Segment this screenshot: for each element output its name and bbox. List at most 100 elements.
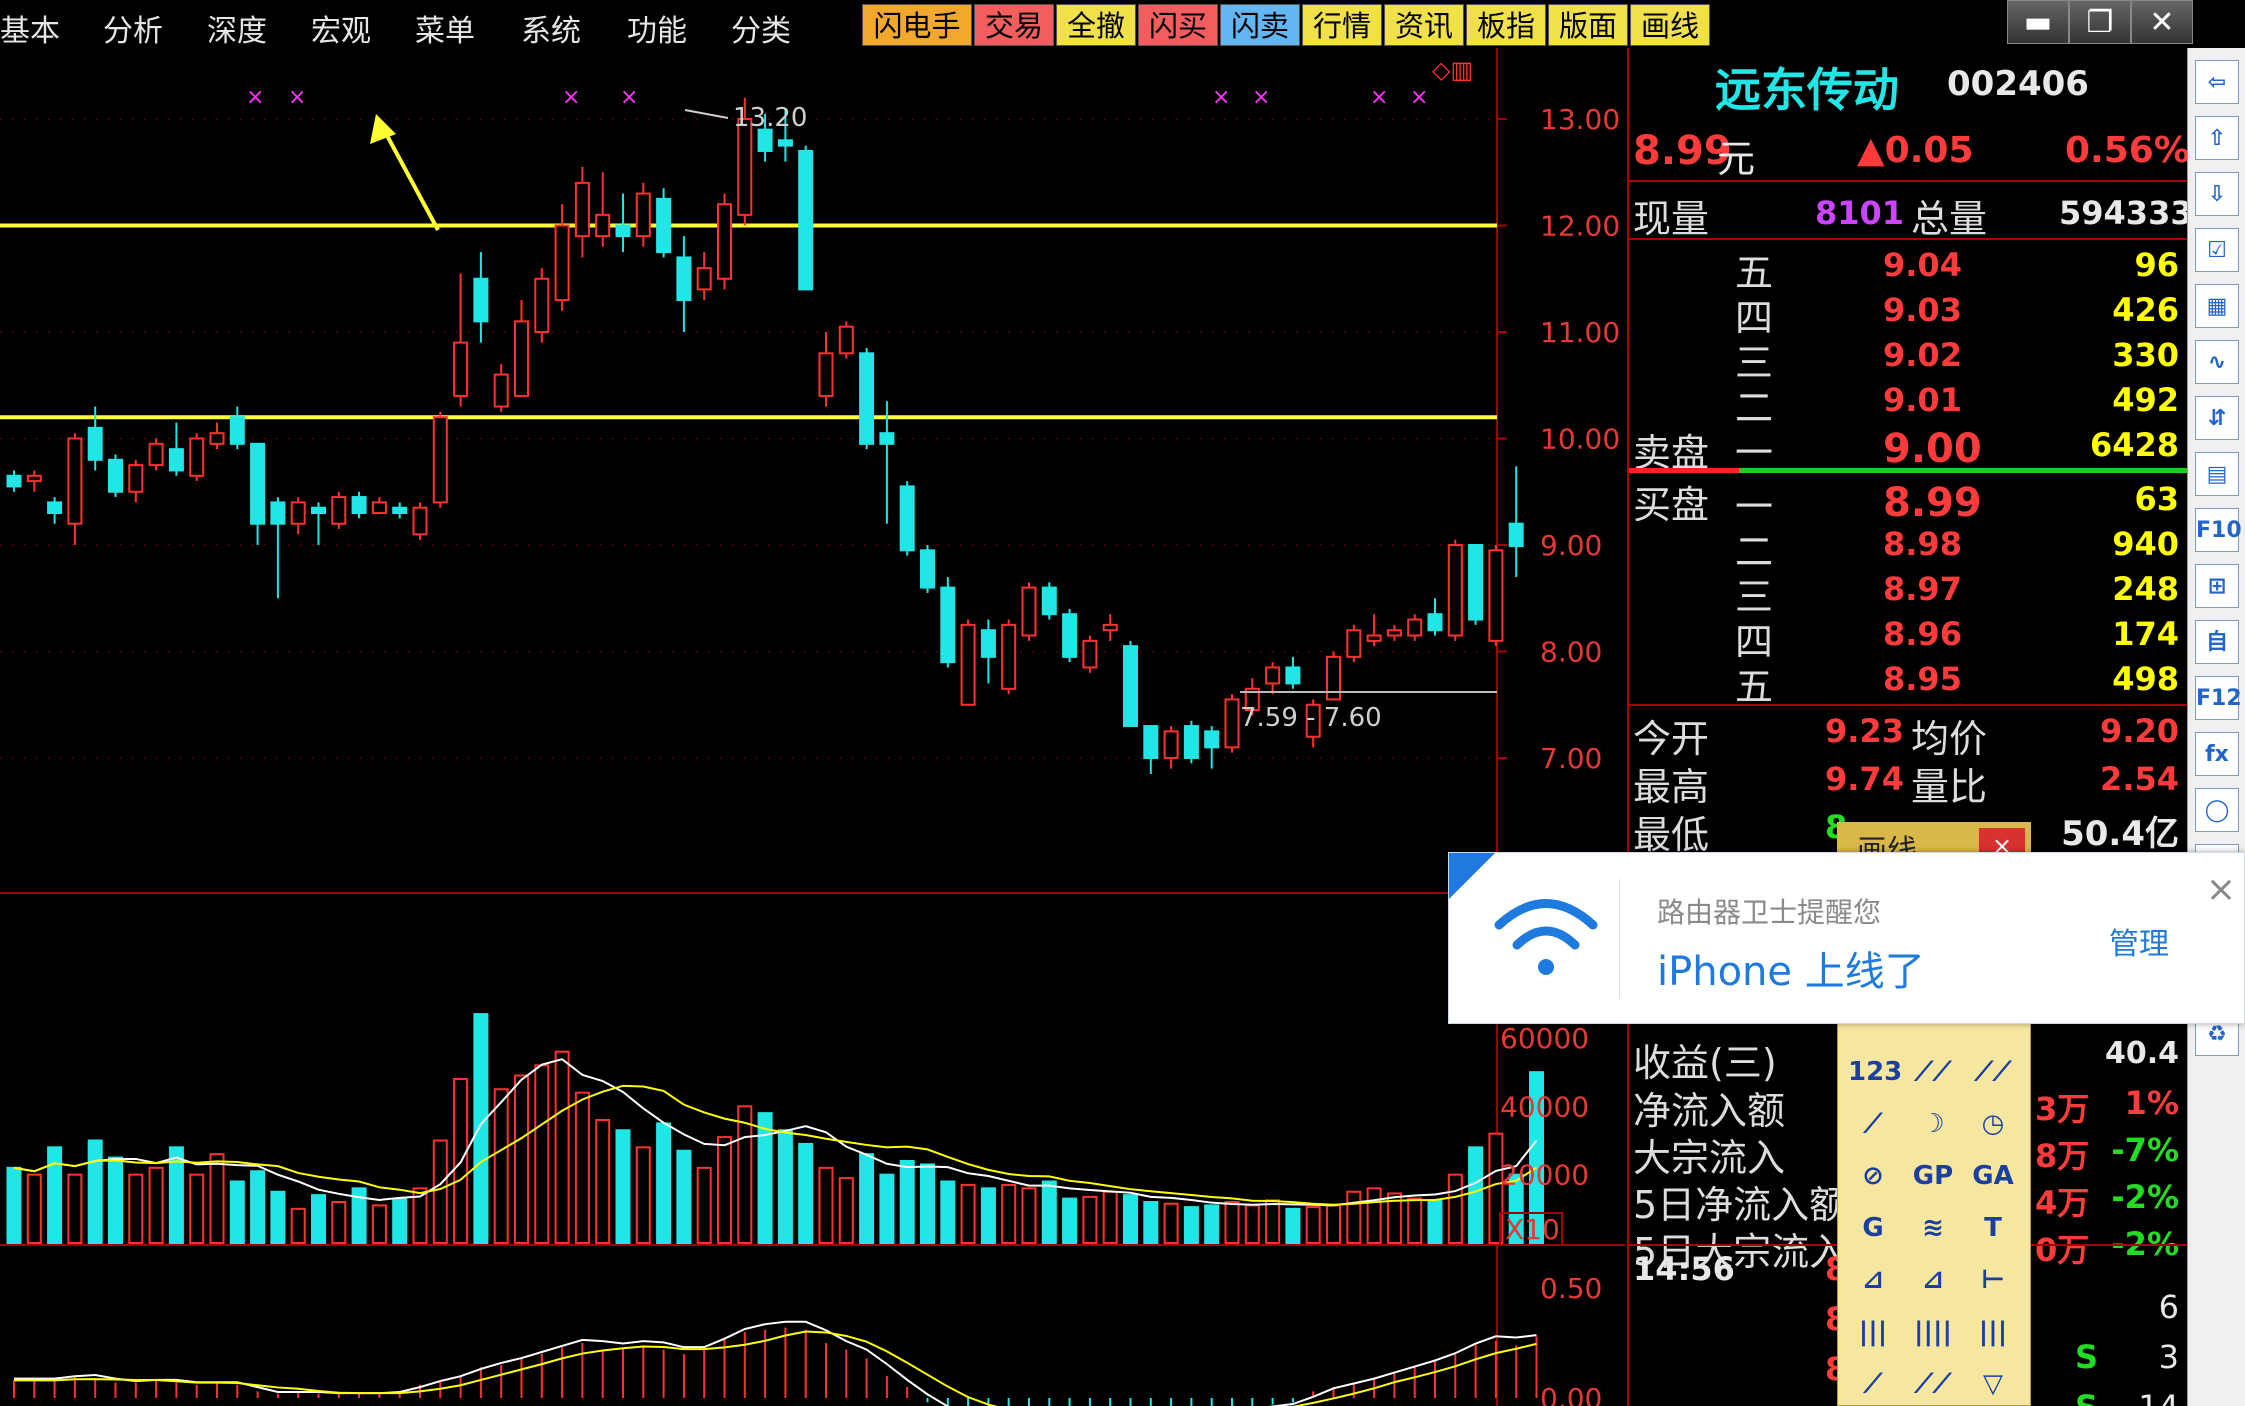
- volume-bar[interactable]: [493, 1088, 509, 1244]
- volume-bar[interactable]: [1427, 1199, 1443, 1244]
- volume-bar[interactable]: [1143, 1201, 1159, 1244]
- volume-bar[interactable]: [696, 1166, 712, 1245]
- candle-body[interactable]: [1143, 725, 1159, 759]
- volume-bar[interactable]: [777, 1129, 793, 1244]
- tool-button-4[interactable]: 闪卖: [1220, 4, 1300, 46]
- draw-tool-icon[interactable]: 123: [1848, 1051, 1902, 1093]
- draw-tool-icon[interactable]: GA: [1968, 1155, 2018, 1197]
- menu-item-4[interactable]: 菜单: [415, 6, 475, 50]
- list-icon[interactable]: ▤: [2195, 452, 2239, 496]
- draw-tool-icon[interactable]: ◷: [1968, 1103, 2018, 1145]
- tree-icon[interactable]: ⊞: [2195, 564, 2239, 608]
- volume-bar[interactable]: [189, 1173, 205, 1244]
- menu-item-5[interactable]: 系统: [521, 6, 581, 50]
- menu-item-2[interactable]: 深度: [207, 6, 267, 50]
- volume-bar[interactable]: [574, 1091, 590, 1244]
- candle-body[interactable]: [1041, 586, 1057, 616]
- volume-bar[interactable]: [290, 1207, 306, 1245]
- candle-body[interactable]: [108, 458, 123, 493]
- volume-bar[interactable]: [757, 1112, 773, 1244]
- candle-body[interactable]: [635, 192, 651, 238]
- candle-body[interactable]: [1123, 645, 1138, 728]
- volume-bar[interactable]: [940, 1180, 956, 1244]
- volume-bar[interactable]: [1265, 1199, 1281, 1244]
- volume-bar[interactable]: [392, 1197, 408, 1245]
- candle-body[interactable]: [128, 464, 144, 493]
- candle-body[interactable]: [1224, 698, 1240, 749]
- candle-body[interactable]: [940, 586, 956, 664]
- chart-settings-icon[interactable]: ◇▥: [1432, 56, 1473, 84]
- volume-bar[interactable]: [87, 1139, 103, 1244]
- volume-bar[interactable]: [1163, 1202, 1179, 1245]
- kline-icon[interactable]: ⇵: [2195, 396, 2239, 440]
- candle-body[interactable]: [574, 181, 590, 238]
- grid-icon[interactable]: ▦: [2195, 284, 2239, 328]
- volume-bar[interactable]: [1082, 1195, 1098, 1244]
- draw-tool-icon[interactable]: ⟋⟋: [1968, 1051, 2018, 1093]
- volume-bar[interactable]: [1183, 1206, 1199, 1244]
- volume-bar[interactable]: [798, 1142, 814, 1244]
- volume-bar[interactable]: [1062, 1197, 1078, 1245]
- volume-bar[interactable]: [331, 1201, 347, 1244]
- volume-bar[interactable]: [920, 1163, 935, 1244]
- tool-button-2[interactable]: 全撤: [1056, 4, 1136, 46]
- tool-button-5[interactable]: 行情: [1302, 4, 1382, 46]
- volume-bar[interactable]: [1366, 1187, 1382, 1245]
- candle-body[interactable]: [290, 501, 306, 525]
- volume-bar[interactable]: [6, 1166, 22, 1245]
- candle-body[interactable]: [1346, 629, 1362, 658]
- candle-body[interactable]: [412, 506, 428, 536]
- candle-body[interactable]: [229, 416, 245, 445]
- line-chart-icon[interactable]: ∿: [2195, 340, 2239, 384]
- up-arrow-icon[interactable]: ⇧: [2195, 116, 2239, 160]
- candle-body[interactable]: [1386, 629, 1402, 637]
- draw-tool-icon[interactable]: ⟋⟋: [1908, 1051, 1958, 1093]
- checklist-icon[interactable]: ☑: [2195, 228, 2239, 272]
- volume-bar[interactable]: [595, 1119, 611, 1244]
- menu-item-1[interactable]: 分析: [103, 6, 163, 50]
- candle-body[interactable]: [209, 432, 225, 445]
- volume-bar[interactable]: [311, 1194, 326, 1244]
- draw-tool-icon[interactable]: ⊢: [1968, 1259, 2018, 1301]
- volume-bar[interactable]: [1224, 1201, 1240, 1244]
- volume-bar[interactable]: [656, 1122, 672, 1244]
- draw-tool-icon[interactable]: ▽: [1968, 1363, 2018, 1405]
- candle-body[interactable]: [595, 213, 611, 238]
- draw-tool-icon[interactable]: |||: [1968, 1311, 2018, 1353]
- draw-tool-icon[interactable]: ☽: [1908, 1103, 1958, 1145]
- volume-bar[interactable]: [1244, 1204, 1260, 1244]
- menu-item-3[interactable]: 宏观: [311, 6, 371, 50]
- volume-bar[interactable]: [250, 1170, 266, 1244]
- draw-tool-icon[interactable]: ⊿: [1908, 1259, 1958, 1301]
- candle-body[interactable]: [818, 352, 834, 397]
- candle-body[interactable]: [1062, 613, 1078, 658]
- volume-bar[interactable]: [1001, 1183, 1017, 1244]
- candle-body[interactable]: [899, 485, 915, 552]
- router-notification[interactable]: 路由器卫士提醒您 iPhone 上线了 管理 ×: [1448, 852, 2245, 1024]
- tool-button-7[interactable]: 板指: [1466, 4, 1546, 46]
- formula-icon[interactable]: fx: [2195, 732, 2239, 776]
- volume-bar[interactable]: [1305, 1206, 1321, 1244]
- volume-bar[interactable]: [371, 1204, 387, 1244]
- candle-body[interactable]: [1265, 666, 1281, 685]
- volume-bar[interactable]: [209, 1153, 225, 1244]
- tool-button-1[interactable]: 交易: [974, 4, 1054, 46]
- candle-body[interactable]: [453, 341, 469, 397]
- candle-body[interactable]: [270, 501, 286, 525]
- candle-body[interactable]: [1021, 586, 1037, 637]
- candle-body[interactable]: [1163, 730, 1179, 759]
- volume-bar[interactable]: [473, 1013, 489, 1244]
- candle-body[interactable]: [676, 256, 692, 302]
- back-arrow-icon[interactable]: ⇦: [2195, 60, 2239, 104]
- volume-bar[interactable]: [26, 1173, 42, 1244]
- draw-tool-icon[interactable]: GP: [1908, 1155, 1958, 1197]
- menu-item-6[interactable]: 功能: [627, 6, 687, 50]
- draw-tool-icon[interactable]: ⊿: [1848, 1259, 1898, 1301]
- candle-body[interactable]: [838, 325, 854, 355]
- candle-body[interactable]: [311, 506, 326, 515]
- draw-tool-icon[interactable]: ⟋: [1848, 1363, 1898, 1405]
- volume-bar[interactable]: [270, 1190, 286, 1244]
- draw-tool-icon[interactable]: ⊘: [1848, 1155, 1898, 1197]
- candle-body[interactable]: [148, 442, 164, 467]
- volume-bar[interactable]: [534, 1064, 550, 1244]
